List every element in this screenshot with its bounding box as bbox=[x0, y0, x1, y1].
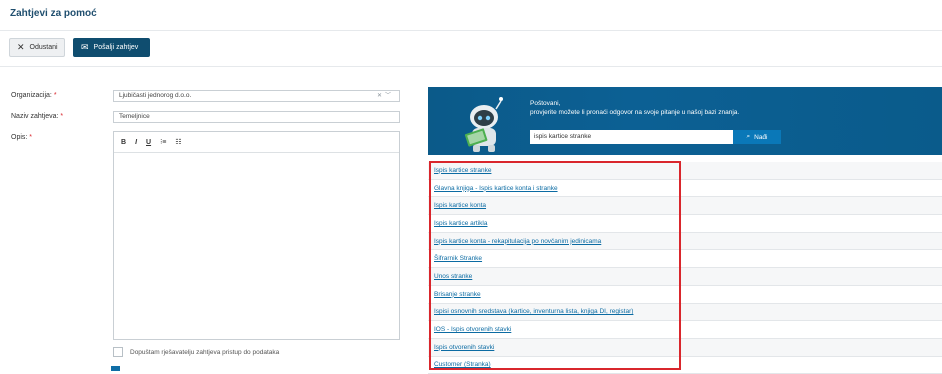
result-link[interactable]: Ispis kartice konta bbox=[434, 202, 486, 209]
page-header: Zahtjevi za pomoć bbox=[0, 0, 942, 31]
result-row: Ispis kartice konta bbox=[428, 197, 942, 216]
message-text: provjerite možete li pronaći odgovor na … bbox=[530, 109, 740, 116]
result-link[interactable]: Unos stranke bbox=[434, 273, 472, 280]
cancel-button[interactable]: ✕ Odustani bbox=[9, 38, 65, 57]
result-link[interactable]: Glavna knjiga - Ispis kartice konta i st… bbox=[434, 185, 558, 192]
required-mark: * bbox=[53, 92, 57, 99]
bold-button[interactable]: B bbox=[121, 139, 126, 146]
send-request-button[interactable]: ✉ Pošalji zahtjev bbox=[73, 38, 150, 57]
search-button-label: Nađi bbox=[754, 133, 768, 141]
description-label-text: Opis: bbox=[11, 134, 28, 141]
italic-button[interactable]: I bbox=[135, 139, 137, 146]
subject-label-text: Naziv zahtjeva: bbox=[11, 113, 59, 120]
access-checkbox-label: Dopuštam rješavatelju zahtjeva pristup d… bbox=[130, 348, 280, 356]
robot-mascot-icon bbox=[464, 97, 503, 152]
result-link[interactable]: Customer (Stranka) bbox=[434, 361, 491, 368]
close-icon: ✕ bbox=[17, 42, 25, 52]
knowledge-base-results: Ispis kartice stranke Glavna knjiga - Is… bbox=[428, 162, 942, 374]
second-checkbox[interactable] bbox=[111, 366, 120, 371]
greeting-text: Poštovani, bbox=[530, 100, 561, 107]
subject-input[interactable]: Temeljnice bbox=[113, 111, 400, 123]
search-button[interactable]: ⌕ Nađi bbox=[733, 130, 781, 144]
organization-label: Organizacija: * bbox=[11, 92, 57, 99]
result-link[interactable]: Ispis kartice artikla bbox=[434, 220, 487, 227]
result-row: Customer (Stranka) bbox=[428, 357, 942, 374]
result-row: Unos stranke bbox=[428, 268, 942, 286]
result-link[interactable]: Ispis kartice stranke bbox=[434, 167, 491, 174]
toolbar-divider bbox=[0, 66, 942, 67]
result-row: Ispis kartice konta - rekapitulacija po … bbox=[428, 232, 942, 251]
result-row: Glavna knjiga - Ispis kartice konta i st… bbox=[428, 180, 942, 198]
editor-toolbar: B I U ⁝≡ ☷ bbox=[114, 132, 399, 153]
description-editor[interactable]: B I U ⁝≡ ☷ bbox=[113, 131, 400, 340]
chevron-down-icon[interactable]: ﹀ bbox=[385, 93, 394, 99]
cancel-label: Odustani bbox=[29, 44, 58, 51]
knowledge-base-search-input[interactable]: ispis kartice stranke bbox=[530, 130, 733, 144]
organization-select[interactable]: Ljubičasti jednorog d.o.o. ✕﹀ bbox=[113, 90, 400, 102]
envelope-icon: ✉ bbox=[81, 42, 89, 52]
result-link[interactable]: Ispis otvorenih stavki bbox=[434, 344, 494, 351]
subject-label: Naziv zahtjeva: * bbox=[11, 113, 63, 120]
description-label: Opis: * bbox=[11, 134, 32, 141]
ordered-list-button[interactable]: ⁝≡ bbox=[160, 138, 166, 146]
organization-value: Ljubičasti jednorog d.o.o. bbox=[119, 92, 192, 99]
result-row: Brisanje stranke bbox=[428, 286, 942, 304]
clear-icon[interactable]: ✕ bbox=[377, 93, 385, 99]
result-row: Ispis kartice stranke bbox=[428, 162, 942, 180]
result-row: IOS - Ispis otvorenih stavki bbox=[428, 321, 942, 339]
result-link[interactable]: Ispisi osnovnih sredstava (kartice, inve… bbox=[434, 308, 633, 315]
result-link[interactable]: IOS - Ispis otvorenih stavki bbox=[434, 326, 511, 333]
send-label: Pošalji zahtjev bbox=[93, 44, 139, 51]
page-title: Zahtjevi za pomoć bbox=[10, 8, 97, 19]
select-controls: ✕﹀ bbox=[377, 91, 394, 101]
search-icon: ⌕ bbox=[746, 133, 751, 140]
result-row: Ispisi osnovnih sredstava (kartice, inve… bbox=[428, 303, 942, 322]
access-permission-row[interactable]: Dopuštam rješavatelju zahtjeva pristup d… bbox=[113, 347, 279, 357]
knowledge-base-banner: Poštovani, provjerite možete li pronaći … bbox=[428, 87, 942, 155]
organization-label-text: Organizacija: bbox=[11, 92, 52, 99]
required-mark: * bbox=[29, 134, 33, 141]
knowledge-base-message: Poštovani, provjerite možete li pronaći … bbox=[530, 99, 739, 117]
result-link[interactable]: Brisanje stranke bbox=[434, 291, 481, 298]
subject-value: Temeljnice bbox=[119, 113, 150, 120]
access-checkbox[interactable] bbox=[113, 347, 123, 357]
result-link[interactable]: Šifrarnik Stranke bbox=[434, 255, 482, 262]
result-row: Šifrarnik Stranke bbox=[428, 250, 942, 269]
bullet-list-button[interactable]: ☷ bbox=[175, 138, 181, 146]
underline-button[interactable]: U bbox=[146, 139, 151, 146]
required-mark: * bbox=[60, 113, 64, 120]
result-row: Ispis otvorenih stavki bbox=[428, 338, 942, 357]
result-row: Ispis kartice artikla bbox=[428, 215, 942, 233]
result-link[interactable]: Ispis kartice konta - rekapitulacija po … bbox=[434, 238, 601, 245]
